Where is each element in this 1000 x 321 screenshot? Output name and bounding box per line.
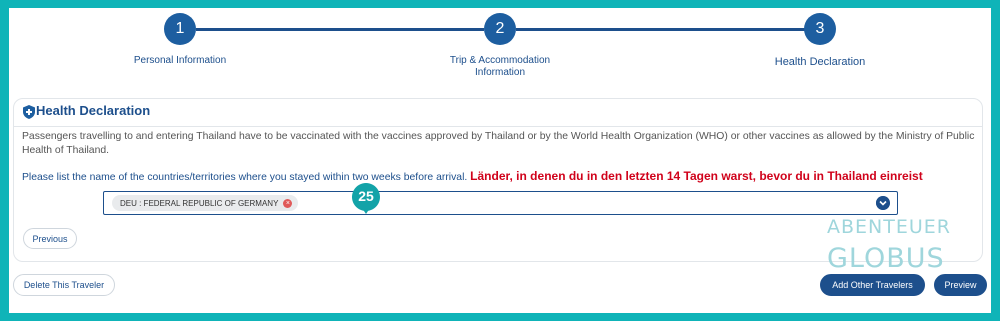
step-1-circle[interactable]: 1	[164, 13, 196, 45]
page-frame: 1 2 3 Personal Information Trip & Accomm…	[9, 8, 991, 313]
step-connector-1	[196, 28, 484, 31]
panel-title: Health Declaration	[36, 103, 151, 118]
step-2-label: Trip & Accommodation Information	[429, 55, 571, 79]
chevron-down-icon[interactable]	[876, 196, 890, 210]
step-3-label: Health Declaration	[774, 56, 866, 68]
panel-divider	[13, 126, 983, 127]
country-instruction: Please list the name of the countries/te…	[22, 169, 923, 183]
vaccination-description: Passengers travelling to and entering Th…	[22, 131, 975, 156]
preview-button[interactable]: Preview	[934, 274, 987, 296]
step-2-label-line1: Trip & Accommodation	[449, 55, 551, 66]
watermark-line2: GLOBUS	[827, 243, 945, 274]
previous-button[interactable]: Previous	[23, 228, 77, 249]
country-chip[interactable]: DEU : FEDERAL REPUBLIC OF GERMANY ×	[112, 195, 299, 211]
country-multiselect[interactable]: DEU : FEDERAL REPUBLIC OF GERMANY ×	[103, 191, 898, 215]
step-3-circle[interactable]: 3	[804, 13, 836, 45]
country-chip-label: DEU : FEDERAL REPUBLIC OF GERMANY	[120, 198, 279, 208]
step-2-label-line2: Information	[474, 67, 526, 78]
add-other-travelers-button[interactable]: Add Other Travelers	[820, 274, 925, 296]
step-1-label: Personal Information	[133, 55, 227, 66]
badge-number: 25	[358, 188, 374, 204]
step-2-circle[interactable]: 2	[484, 13, 516, 45]
watermark-line1: ABENTEUER	[827, 216, 951, 238]
instruction-text: Please list the name of the countries/te…	[22, 172, 468, 183]
step-number-badge: 25	[352, 183, 380, 214]
shield-icon	[23, 105, 35, 119]
step-connector-2	[516, 28, 806, 31]
remove-chip-icon[interactable]: ×	[283, 198, 293, 208]
annotation-text: Länder, in denen du in den letzten 14 Ta…	[470, 169, 923, 183]
delete-traveler-button[interactable]: Delete This Traveler	[13, 274, 115, 296]
